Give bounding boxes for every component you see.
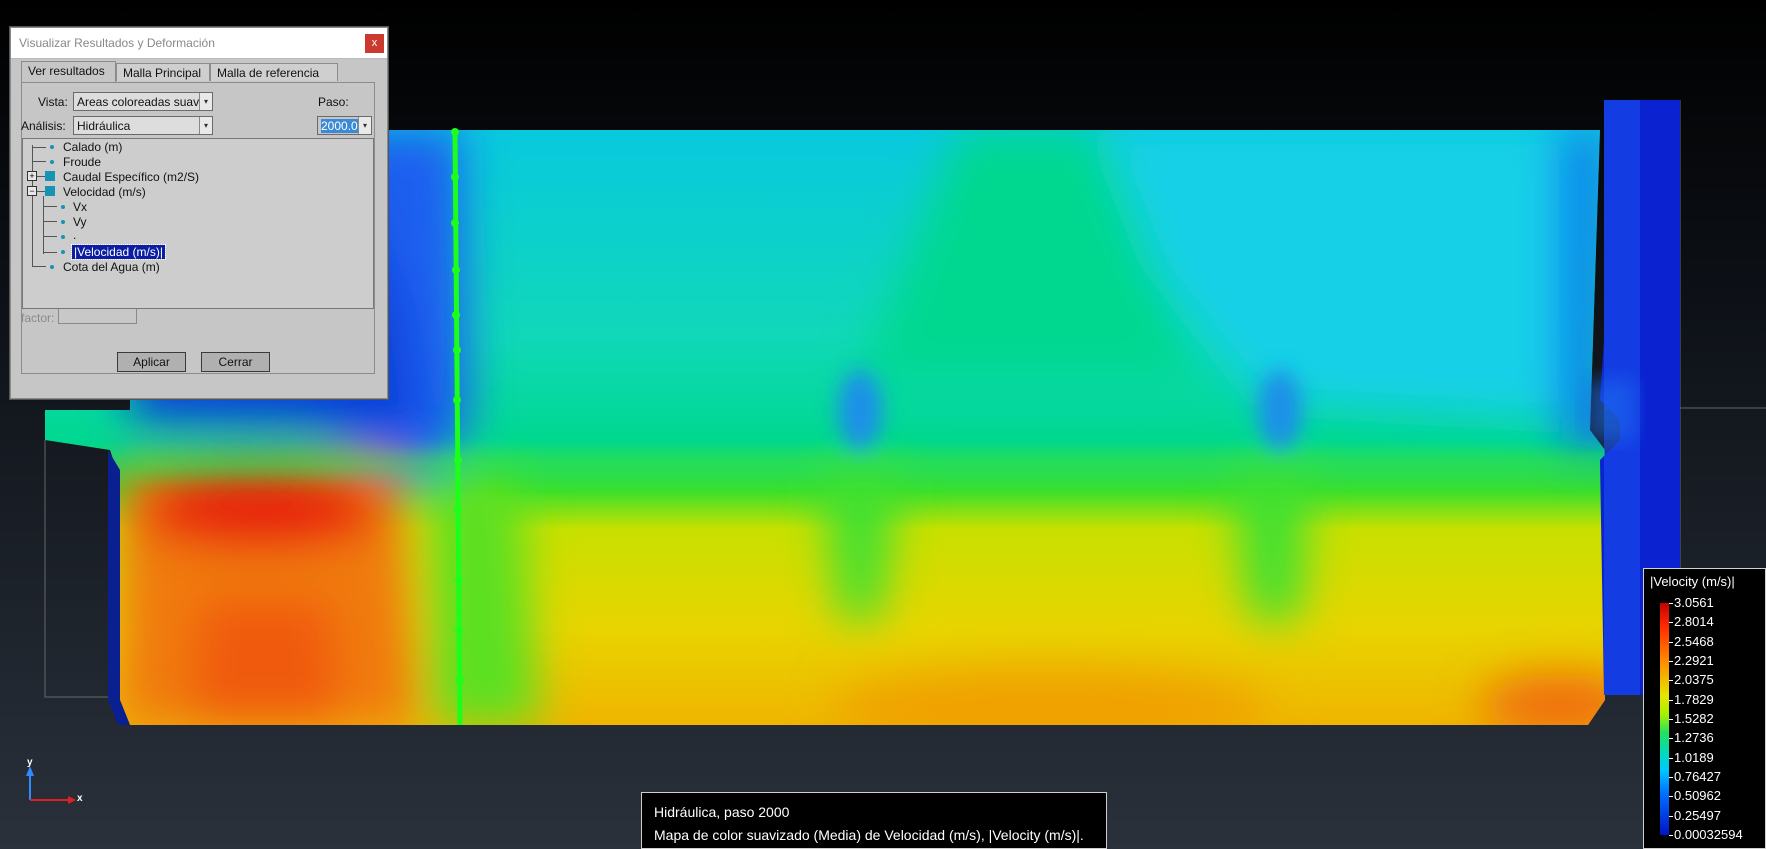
- legend-tick: [1669, 738, 1673, 740]
- legend-tick: [1669, 603, 1673, 604]
- legend-value: 2.2921: [1674, 653, 1714, 668]
- chevron-down-icon: ▾: [199, 93, 212, 110]
- legend-tick: [1669, 719, 1673, 720]
- x-axis-label: x: [77, 793, 83, 804]
- vista-select[interactable]: Areas coloreadas suave ▾: [73, 92, 213, 111]
- legend-value: 1.5282: [1674, 711, 1714, 726]
- expand-icon[interactable]: +: [27, 171, 37, 181]
- results-tree[interactable]: Calado (m) Froude + Caudal Específico (m…: [22, 138, 374, 309]
- tree-item-vy[interactable]: Vy: [73, 215, 87, 229]
- dialog-titlebar[interactable]: Visualizar Resultados y Deformación x: [11, 28, 387, 59]
- leaf-dot-icon: [61, 220, 65, 224]
- legend-tick: [1669, 622, 1673, 624]
- factor-label: factor:: [21, 311, 55, 325]
- tree-item-dot[interactable]: .: [73, 228, 76, 242]
- legend-value: 0.00032594: [1674, 827, 1743, 842]
- y-axis-label: y: [27, 757, 33, 768]
- tree-item-cota-agua[interactable]: Cota del Agua (m): [63, 260, 160, 274]
- legend-value: 1.2736: [1674, 730, 1714, 746]
- legend-tick: [1669, 796, 1673, 798]
- status-line-2: Mapa de color suavizado (Media) de Veloc…: [654, 827, 1084, 843]
- leaf-dot-icon: [61, 235, 65, 239]
- tree-item-velocidad[interactable]: Velocidad (m/s): [63, 185, 146, 199]
- analisis-value: Hidráulica: [77, 119, 131, 133]
- chevron-down-icon: ▾: [358, 117, 371, 134]
- close-button[interactable]: Cerrar: [201, 352, 270, 372]
- legend-tick: [1669, 815, 1673, 817]
- tree-item-velocidad-magnitude[interactable]: |Velocidad (m/s)|: [71, 244, 166, 260]
- legend-value: 3.0561: [1674, 595, 1714, 610]
- dialog-title: Visualizar Resultados y Deformación: [19, 36, 215, 50]
- vista-value: Areas coloreadas suave: [77, 95, 206, 109]
- chevron-down-icon: ▾: [199, 117, 212, 134]
- legend-value: 2.8014: [1674, 614, 1714, 630]
- legend-tick: [1669, 757, 1673, 759]
- legend-value: 1.0189: [1674, 749, 1714, 765]
- legend-value: 1.7829: [1674, 691, 1714, 707]
- leaf-dot-icon: [50, 160, 54, 164]
- legend-tick: [1669, 641, 1673, 643]
- vista-label: Vista:: [38, 95, 68, 109]
- leaf-dot-icon: [50, 145, 54, 149]
- leaf-dot-icon: [61, 205, 65, 209]
- tree-item-calado[interactable]: Calado (m): [63, 140, 122, 154]
- analisis-select[interactable]: Hidráulica ▾: [73, 116, 213, 135]
- analisis-label: Análisis:: [21, 119, 66, 133]
- status-box: Hidráulica, paso 2000 Mapa de color suav…: [641, 792, 1107, 849]
- axes-indicator: [26, 766, 76, 804]
- paso-select[interactable]: 2000.0 ▾: [317, 116, 372, 135]
- legend-tick: [1669, 777, 1673, 778]
- collapse-icon[interactable]: −: [27, 186, 37, 196]
- tree-item-caudal[interactable]: Caudal Específico (m2/S): [63, 170, 199, 184]
- tree-item-froude[interactable]: Froude: [63, 155, 101, 169]
- paso-label: Paso:: [318, 95, 349, 109]
- legend-tick: [1669, 835, 1673, 836]
- legend-tick: [1669, 680, 1673, 682]
- leaf-dot-icon: [50, 265, 54, 269]
- legend-value: 0.50962: [1674, 788, 1721, 804]
- paso-value: 2000.0: [321, 119, 358, 133]
- legend-title: |Velocity (m/s)|: [1650, 574, 1735, 589]
- folder-icon: [45, 171, 55, 181]
- tree-item-vx[interactable]: Vx: [73, 200, 87, 214]
- leaf-dot-icon: [61, 250, 65, 254]
- legend-value: 2.0375: [1674, 672, 1714, 688]
- tab-malla-referencia[interactable]: Malla de referencia: [210, 63, 338, 81]
- legend-value: 0.76427: [1674, 769, 1721, 784]
- legend-value: 0.25497: [1674, 807, 1721, 823]
- tab-malla-principal[interactable]: Malla Principal: [116, 63, 210, 81]
- status-line-1: Hidráulica, paso 2000: [654, 804, 790, 820]
- legend-tick: [1669, 661, 1673, 662]
- folder-icon: [45, 186, 55, 196]
- legend-tick: [1669, 699, 1673, 701]
- color-legend: |Velocity (m/s)| 3.0561 2.8014 2.5468 2.292…: [1643, 568, 1766, 849]
- apply-button[interactable]: Aplicar: [117, 352, 186, 372]
- legend-colorbar: [1660, 603, 1669, 835]
- tab-ver-resultados[interactable]: Ver resultados: [21, 61, 116, 83]
- dialog-close-button[interactable]: x: [365, 34, 384, 53]
- legend-value: 2.5468: [1674, 633, 1714, 649]
